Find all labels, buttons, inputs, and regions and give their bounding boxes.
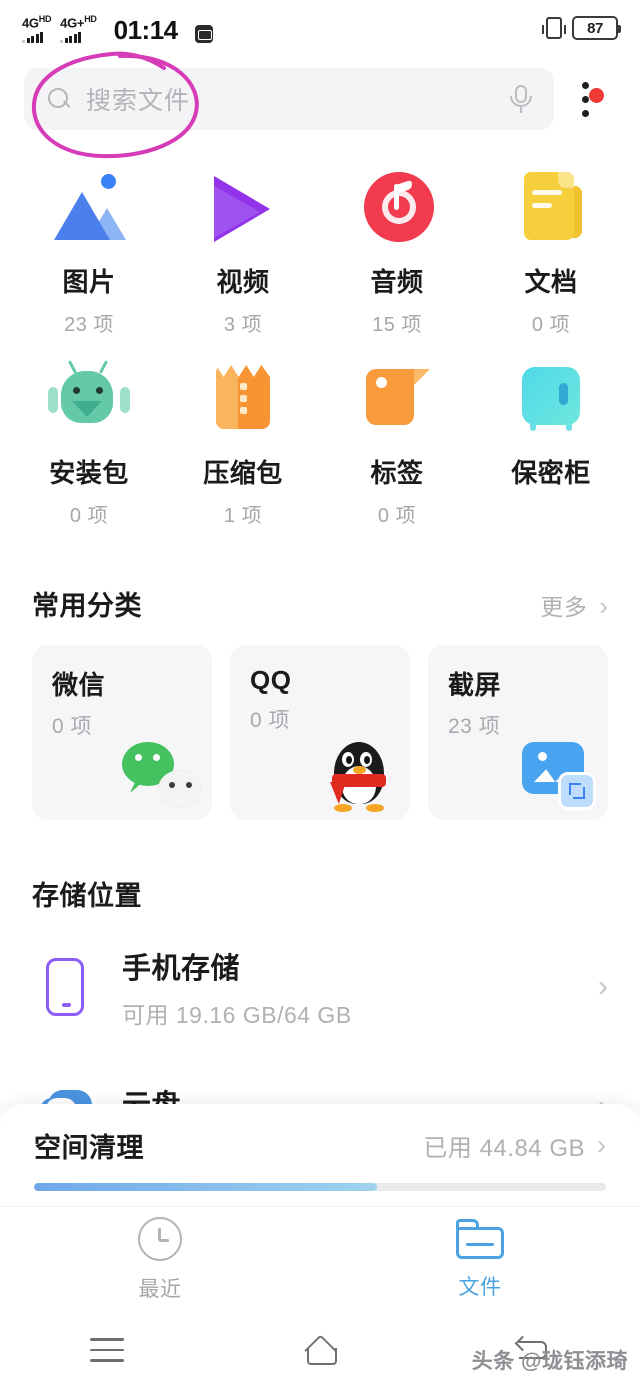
vibrate-icon	[542, 17, 566, 39]
category-label: 安装包	[49, 458, 129, 488]
chevron-right-icon[interactable]: ›	[598, 972, 608, 1002]
home-icon	[301, 1337, 339, 1365]
notification-badge	[589, 87, 604, 103]
sim1-bars-icon	[22, 31, 43, 43]
category-count: 0 项	[69, 505, 109, 527]
more-link[interactable]: 更多	[540, 588, 587, 622]
category-count: 1 项	[223, 505, 263, 527]
sim1-network-label: 4GHD	[22, 14, 52, 31]
vault-icon	[508, 361, 594, 439]
cleanup-title: 空间清理	[34, 1133, 144, 1163]
archive-icon	[200, 361, 286, 439]
sim2-bars-icon	[60, 31, 82, 43]
nav-home-button[interactable]	[213, 1313, 426, 1387]
overflow-menu-icon[interactable]	[554, 81, 616, 117]
storage-progress-bar	[34, 1183, 606, 1191]
category-item-archives[interactable]: 压缩包 1 项	[166, 347, 320, 538]
section-title: 存储位置	[32, 881, 142, 911]
status-bar-clock: 01:14	[113, 14, 179, 45]
sim2-network-label: 4G+HD	[60, 14, 97, 31]
category-grid: 图片 23 项 视频 3 项 音频 15 项 文档 0 项 安装包 0 项 压缩…	[0, 156, 640, 538]
bottom-tab-bar: 最近 文件	[0, 1206, 640, 1313]
sim2-signal: 4G+HD	[60, 13, 97, 43]
cleanup-used-label: 已用 44.84 GB	[423, 1135, 585, 1162]
category-label: 标签	[370, 458, 424, 488]
category-label: 音频	[370, 267, 424, 297]
storage-name: 手机存储	[122, 952, 241, 985]
category-item-documents[interactable]: 文档 0 项	[474, 156, 628, 347]
common-card-wechat[interactable]: 微信 0 项	[32, 645, 212, 820]
nav-recents-button[interactable]	[0, 1313, 213, 1387]
document-icon	[508, 170, 594, 248]
search-icon	[46, 86, 72, 112]
category-item-audio[interactable]: 音频 15 项	[320, 156, 474, 347]
search-input[interactable]: 搜索文件	[24, 68, 554, 130]
qq-icon	[320, 736, 400, 812]
category-label: 图片	[62, 267, 116, 297]
screenshot-icon	[518, 736, 598, 812]
message-icon	[194, 24, 213, 43]
chevron-right-icon[interactable]: ›	[597, 1132, 606, 1159]
card-count: 0 项	[250, 709, 291, 732]
tab-label: 最近	[138, 1278, 182, 1301]
category-item-videos[interactable]: 视频 3 项	[166, 156, 320, 347]
common-cards: 微信 0 项 QQ 0 项 截屏 23 项	[0, 645, 640, 820]
common-section-header: 常用分类 更多 ›	[0, 584, 640, 623]
tab-label: 文件	[458, 1276, 502, 1299]
category-label: 保密柜	[511, 458, 591, 488]
search-row: 搜索文件	[0, 51, 640, 159]
apk-icon	[46, 360, 132, 439]
category-count: 0 项	[531, 314, 571, 336]
image-icon	[46, 170, 132, 248]
chevron-right-icon[interactable]: ›	[599, 593, 608, 619]
status-bar-right: 87	[542, 16, 621, 40]
section-title: 常用分类	[32, 591, 142, 621]
watermark: 头条 @珑钰添琦	[471, 1350, 628, 1373]
common-card-screenshot[interactable]: 截屏 23 项	[428, 645, 608, 820]
category-label: 压缩包	[203, 458, 283, 488]
category-item-images[interactable]: 图片 23 项	[12, 156, 166, 347]
phone-icon	[32, 954, 98, 1020]
tag-icon	[354, 361, 440, 439]
folder-icon	[456, 1219, 504, 1259]
category-label: 视频	[216, 267, 270, 297]
storage-section-header: 存储位置	[0, 874, 640, 913]
card-title: QQ	[250, 665, 292, 695]
storage-progress-fill	[34, 1183, 378, 1191]
storage-sub: 可用 19.16 GB/64 GB	[122, 1001, 352, 1028]
tab-files[interactable]: 文件	[320, 1207, 640, 1313]
menu-icon	[89, 1338, 124, 1362]
search-placeholder: 搜索文件	[86, 87, 191, 115]
status-bar: 4GHD 4G+HD 01:14 87	[0, 0, 640, 56]
storage-row-phone[interactable]: 手机存储 可用 19.16 GB/64 GB ›	[0, 941, 640, 1033]
clock-icon	[138, 1217, 182, 1261]
common-card-qq[interactable]: QQ 0 项	[230, 645, 410, 820]
storage-row-text: 手机存储 可用 19.16 GB/64 GB	[122, 945, 598, 1030]
tab-recent[interactable]: 最近	[0, 1207, 320, 1313]
battery-icon: 87	[572, 16, 621, 40]
category-count: 0 项	[377, 505, 417, 527]
cleanup-panel[interactable]: 空间清理 已用 44.84 GB ›	[0, 1104, 640, 1206]
audio-icon	[354, 170, 440, 248]
battery-percent-label: 87	[587, 19, 603, 37]
card-title: 微信	[52, 670, 106, 700]
category-count: 15 项	[372, 314, 422, 336]
video-icon	[200, 170, 286, 248]
sim1-signal: 4GHD	[22, 13, 52, 43]
card-title: 截屏	[448, 670, 502, 700]
microphone-icon[interactable]	[510, 84, 532, 114]
wechat-icon	[122, 736, 202, 812]
category-count: 3 项	[223, 314, 263, 336]
category-item-tags[interactable]: 标签 0 项	[320, 347, 474, 538]
category-count: 23 项	[64, 314, 114, 336]
category-item-apk[interactable]: 安装包 0 项	[12, 347, 166, 538]
status-bar-left: 4GHD 4G+HD 01:14	[22, 13, 213, 45]
category-label: 文档	[524, 267, 578, 297]
category-item-vault[interactable]: 保密柜	[474, 347, 628, 538]
